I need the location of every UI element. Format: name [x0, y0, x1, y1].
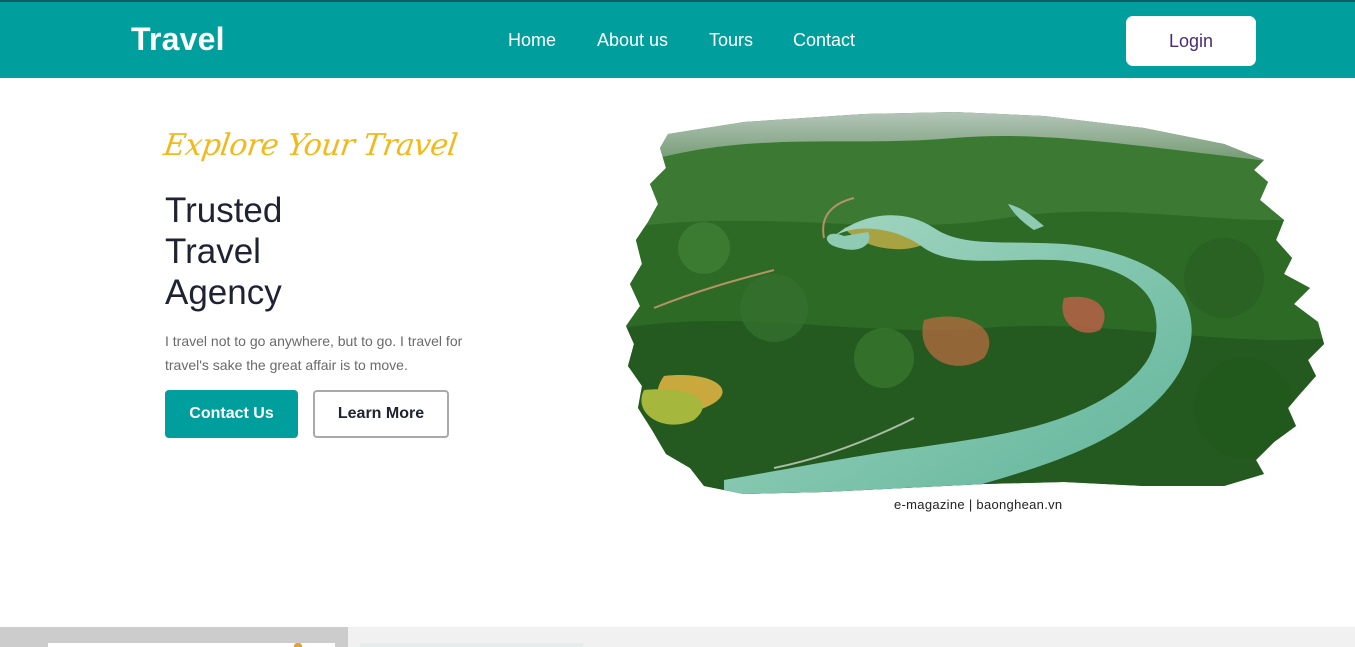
- login-button[interactable]: Login: [1126, 16, 1256, 66]
- hero-landscape-image: [626, 112, 1324, 494]
- headline-line: Trusted: [165, 191, 283, 230]
- learn-more-button[interactable]: Learn More: [313, 390, 449, 438]
- headline-line: Travel: [165, 232, 261, 271]
- nav-about-us[interactable]: About us: [597, 30, 668, 51]
- image-caption: e-magazine | baonghean.vn: [894, 497, 1063, 512]
- next-section-card-edge: [360, 643, 583, 647]
- navbar: Travel Home About us Tours Contact Login: [0, 2, 1355, 78]
- next-section-accent: [294, 643, 302, 647]
- hero-headline: Trusted Travel Agency: [165, 190, 282, 313]
- next-section-card-edge: [48, 643, 335, 647]
- nav-tours[interactable]: Tours: [709, 30, 753, 51]
- nav-home[interactable]: Home: [508, 30, 556, 51]
- contact-us-button[interactable]: Contact Us: [165, 390, 298, 438]
- hero-description: I travel not to go anywhere, but to go. …: [165, 333, 463, 373]
- brand-logo[interactable]: Travel: [131, 21, 225, 58]
- hero-tagline: Explore Your Travel: [161, 128, 460, 163]
- nav-contact[interactable]: Contact: [793, 30, 855, 51]
- headline-line: Agency: [165, 273, 282, 312]
